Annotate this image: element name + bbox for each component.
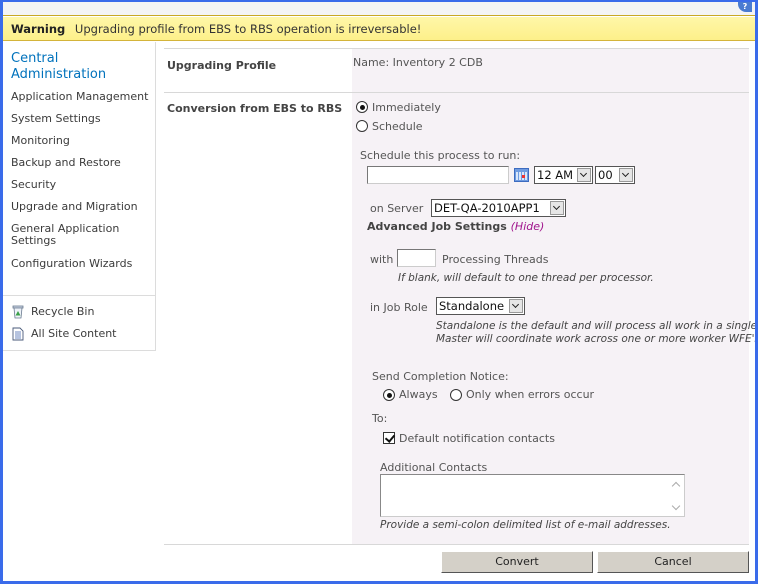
job-role-note-1: Standalone is the default and will proce… bbox=[436, 320, 758, 332]
hour-select[interactable]: 12 AM bbox=[534, 166, 593, 184]
job-role-label: in Job Role bbox=[370, 301, 428, 314]
immediately-label[interactable]: Immediately bbox=[372, 101, 441, 114]
help-icon[interactable]: ? bbox=[738, 2, 752, 12]
notice-errors-label[interactable]: Only when errors occur bbox=[466, 388, 594, 401]
warning-message: Upgrading profile from EBS to RBS operat… bbox=[74, 22, 422, 36]
threads-prefix: with bbox=[370, 253, 394, 266]
default-contacts-label[interactable]: Default notification contacts bbox=[399, 432, 555, 445]
job-role-value: Standalone bbox=[439, 299, 505, 313]
scroll-up-icon[interactable] bbox=[671, 481, 681, 487]
to-label: To: bbox=[372, 412, 388, 425]
cancel-button[interactable]: Cancel bbox=[597, 551, 749, 573]
schedule-label[interactable]: Schedule bbox=[372, 120, 423, 133]
advanced-label-text: Advanced Job Settings bbox=[367, 220, 507, 233]
divider-profile bbox=[164, 92, 749, 93]
upgrade-form: Upgrading Profile Name: Inventory 2 CDB … bbox=[164, 48, 758, 545]
divider-bottom bbox=[164, 544, 749, 545]
sidebar-link-all-site-content[interactable]: All Site Content bbox=[11, 327, 117, 341]
sidebar-title[interactable]: Central Administration bbox=[11, 51, 106, 83]
job-role-select[interactable]: Standalone bbox=[436, 297, 525, 315]
minute-select[interactable]: 00 bbox=[595, 166, 635, 184]
advanced-job-settings-label: Advanced Job Settings (Hide) bbox=[367, 220, 544, 233]
sidebar-item-system-settings[interactable]: System Settings bbox=[11, 113, 101, 125]
sidebar-item-security[interactable]: Security bbox=[11, 179, 56, 191]
warning-banner: Warning Upgrading profile from EBS to RB… bbox=[3, 17, 755, 41]
sidebar-divider bbox=[3, 295, 156, 296]
profile-name: Name: Inventory 2 CDB bbox=[353, 56, 483, 69]
minute-value: 00 bbox=[598, 168, 613, 182]
hide-advanced-link[interactable]: (Hide) bbox=[511, 220, 545, 233]
sidebar-title-line2: Administration bbox=[11, 67, 107, 82]
additional-contacts-label: Additional Contacts bbox=[380, 461, 488, 474]
schedule-radio[interactable] bbox=[356, 120, 368, 132]
recycle-bin-label: Recycle Bin bbox=[31, 305, 95, 318]
sidebar-item-upgrade-and-migration[interactable]: Upgrade and Migration bbox=[11, 201, 138, 213]
threads-note: If blank, will default to one thread per… bbox=[398, 272, 654, 284]
sidebar-item-backup-and-restore[interactable]: Backup and Restore bbox=[11, 157, 121, 169]
server-value: DET-QA-2010APP1 bbox=[434, 201, 540, 215]
hour-value: 12 AM bbox=[537, 168, 574, 182]
sidebar-item-label-line2: Settings bbox=[11, 234, 57, 247]
warning-label: Warning bbox=[11, 22, 66, 36]
server-label: on Server bbox=[370, 202, 424, 215]
immediately-radio[interactable] bbox=[356, 101, 368, 113]
processing-threads-input[interactable] bbox=[397, 249, 436, 267]
recycle-bin-icon bbox=[11, 305, 25, 319]
sidebar-title-line1: Central bbox=[11, 51, 59, 66]
upgrading-profile-label: Upgrading Profile bbox=[167, 59, 277, 72]
completion-notice-label: Send Completion Notice: bbox=[372, 370, 509, 383]
chevron-down-icon bbox=[619, 168, 633, 182]
divider-top bbox=[164, 48, 749, 49]
chevron-down-icon bbox=[577, 168, 591, 182]
sidebar: Central Administration Application Manag… bbox=[3, 42, 156, 351]
notice-always-radio[interactable] bbox=[383, 389, 395, 401]
sidebar-item-general-application-settings[interactable]: General Application Settings bbox=[11, 223, 119, 247]
schedule-date-input[interactable] bbox=[367, 166, 509, 184]
sidebar-item-monitoring[interactable]: Monitoring bbox=[11, 135, 70, 147]
notice-always-label[interactable]: Always bbox=[399, 388, 438, 401]
server-select[interactable]: DET-QA-2010APP1 bbox=[431, 199, 566, 217]
scroll-down-icon[interactable] bbox=[671, 505, 681, 511]
all-site-content-label: All Site Content bbox=[31, 327, 117, 340]
notice-errors-radio[interactable] bbox=[450, 389, 462, 401]
document-icon bbox=[11, 327, 25, 341]
additional-contacts-textarea[interactable] bbox=[380, 474, 685, 517]
sidebar-link-recycle-bin[interactable]: Recycle Bin bbox=[11, 305, 94, 319]
threads-suffix: Processing Threads bbox=[442, 253, 549, 266]
calendar-icon[interactable] bbox=[514, 168, 529, 182]
convert-button[interactable]: Convert bbox=[441, 551, 593, 573]
sidebar-bottom-divider bbox=[3, 350, 156, 351]
sidebar-item-application-management[interactable]: Application Management bbox=[11, 91, 148, 103]
chevron-down-icon bbox=[550, 201, 564, 215]
top-strip: ? bbox=[3, 2, 755, 16]
sidebar-item-configuration-wizards[interactable]: Configuration Wizards bbox=[11, 258, 132, 270]
job-role-note-2: Master will coordinate work across one o… bbox=[436, 333, 758, 345]
default-contacts-checkbox[interactable] bbox=[383, 432, 395, 444]
chevron-down-icon bbox=[509, 299, 523, 313]
conversion-label: Conversion from EBS to RBS bbox=[167, 102, 343, 115]
additional-contacts-note: Provide a semi-colon delimited list of e… bbox=[380, 519, 671, 531]
schedule-process-label: Schedule this process to run: bbox=[360, 149, 521, 162]
